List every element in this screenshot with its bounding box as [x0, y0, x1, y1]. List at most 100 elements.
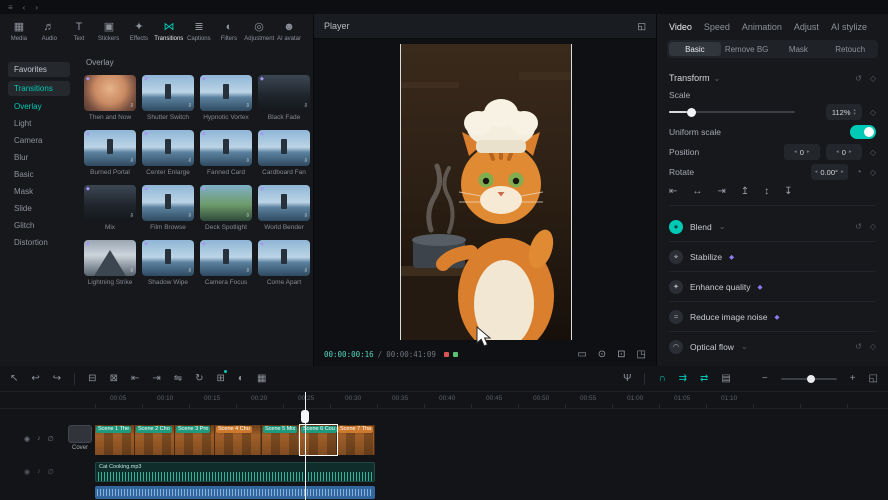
rotate-input[interactable]: ◂ 0.00° ▸ — [811, 164, 848, 180]
transition-item[interactable]: ◆ ⇩ Cardboard Fan — [258, 130, 310, 176]
playhead-line[interactable] — [305, 392, 306, 500]
scale-value-input[interactable]: 112% ▴ ▾ — [826, 104, 862, 120]
subtab-remove-bg[interactable]: Remove BG — [721, 42, 773, 56]
forward-icon[interactable]: › — [35, 3, 38, 12]
subtab-basic[interactable]: Basic — [669, 42, 721, 56]
sidebar-item-overlay[interactable]: Overlay — [8, 100, 70, 113]
sidebar-item-glitch[interactable]: Glitch — [8, 219, 70, 232]
tab-speed[interactable]: Speed — [704, 22, 730, 32]
lock-track-icon[interactable]: ∅ — [48, 468, 54, 476]
subtab-mask[interactable]: Mask — [773, 42, 825, 56]
increment-icon[interactable]: ▸ — [841, 169, 844, 175]
cover-button[interactable]: Cover — [68, 425, 92, 451]
select-tool-icon[interactable]: ↖ — [10, 374, 18, 384]
fullscreen-icon[interactable]: ◳ — [637, 349, 646, 360]
reset-transform-icon[interactable]: ↺ — [855, 74, 862, 83]
subtab-retouch[interactable]: Retouch — [824, 42, 876, 56]
playhead-handle[interactable] — [301, 410, 309, 423]
mute-track-icon[interactable]: ♪ — [37, 435, 41, 443]
sidebar-item-camera[interactable]: Camera — [8, 134, 70, 147]
reset-icon[interactable]: ↺ — [855, 342, 862, 351]
magnet-snap-icon[interactable]: ∩ — [658, 374, 665, 384]
toolbar-item-text[interactable]: T Text — [64, 22, 94, 42]
reduce-noise-row[interactable]: ≈ Reduce image noise ◆ — [669, 302, 876, 332]
hide-track-icon[interactable]: ◉ — [24, 435, 30, 443]
crop-icon[interactable]: ⊞ — [217, 374, 225, 384]
align-right-icon[interactable]: ⇥ — [717, 186, 725, 197]
zoom-in-icon[interactable]: + — [850, 374, 856, 384]
sidebar-item-blur[interactable]: Blur — [8, 151, 70, 164]
transition-item[interactable]: ◆ ⇩ Burned Portal — [84, 130, 136, 176]
transform-section-title[interactable]: Transform — [669, 73, 710, 83]
fit-timeline-icon[interactable]: ◱ — [869, 374, 878, 384]
increment-icon[interactable]: ▸ — [849, 149, 852, 155]
rotate-dial-icon[interactable]: ◔ — [856, 167, 862, 178]
toolbar-item-stickers[interactable]: ▣ Stickers — [94, 22, 124, 42]
video-preview[interactable] — [400, 44, 572, 340]
transition-item[interactable]: ◆ ⇩ Camera Focus — [200, 240, 252, 286]
hide-track-icon[interactable]: ◉ — [24, 468, 30, 476]
toolbar-item-transitions[interactable]: ⋈ Transitions — [154, 22, 184, 42]
mask-tool-icon[interactable]: ◐ — [238, 374, 244, 384]
zoom-slider-handle[interactable] — [807, 375, 815, 383]
decrement-icon[interactable]: ◂ — [794, 149, 797, 155]
lock-track-icon[interactable]: ∅ — [48, 435, 54, 443]
toolbar-item-ai-avatar[interactable]: ☻ AI avatar — [274, 22, 304, 42]
trim-left-icon[interactable]: ⇤ — [131, 374, 139, 384]
tab-video[interactable]: Video — [669, 22, 692, 32]
toolbar-item-adjustment[interactable]: ◎ Adjustment — [244, 22, 274, 42]
delete-icon[interactable]: ⊠ — [110, 374, 118, 384]
clip-scene-1[interactable]: Scene 1 The — [95, 425, 135, 455]
transition-item[interactable]: ◆ ⇩ World Bender — [258, 185, 310, 231]
align-center-vertical-icon[interactable]: ↕ — [764, 186, 769, 197]
clip-scene-4[interactable]: Scene 4 Chu — [215, 425, 262, 455]
sidebar-item-mask[interactable]: Mask — [8, 185, 70, 198]
tab-animation[interactable]: Animation — [742, 22, 782, 32]
tab-adjust[interactable]: Adjust — [794, 22, 819, 32]
stepper-down-icon[interactable]: ▾ — [854, 112, 856, 117]
uniform-scale-toggle[interactable] — [850, 125, 876, 139]
blend-row[interactable]: ● Blend ⌄ ↺ ◇ — [669, 212, 876, 242]
keyframe-icon[interactable]: ◇ — [870, 108, 876, 117]
transition-item[interactable]: ◆ ⇩ Film Browse — [142, 185, 194, 231]
sidebar-item-basic[interactable]: Basic — [8, 168, 70, 181]
toolbar-item-captions[interactable]: ≣ Captions — [184, 22, 214, 42]
toolbar-item-media[interactable]: ▦ Media — [4, 22, 34, 42]
position-x-input[interactable]: ◂ 0 ▸ — [784, 144, 820, 160]
ratio-icon[interactable]: ▭ — [577, 349, 586, 360]
stepper-icons[interactable]: ▴ ▾ — [854, 108, 856, 117]
clip-scene-7[interactable]: Scene 7 Tha — [337, 425, 375, 455]
link-clips-icon[interactable]: ⇄ — [700, 374, 708, 384]
mirror-icon[interactable]: ⇋ — [174, 374, 182, 384]
record-voiceover-icon[interactable]: Ψ — [623, 374, 631, 384]
position-y-input[interactable]: ◂ 0 ▸ — [826, 144, 862, 160]
mute-track-icon[interactable]: ♪ — [37, 468, 41, 476]
transition-item[interactable]: ◆ ⇩ Lightning Strike — [84, 240, 136, 286]
stabilize-row[interactable]: ⌖ Stabilize ◆ — [669, 242, 876, 272]
transition-item[interactable]: ◆ ⇩ Black Fade — [258, 75, 310, 121]
back-icon[interactable]: ‹ — [23, 3, 26, 12]
toolbar-item-audio[interactable]: ♬ Audio — [34, 22, 64, 42]
transition-item[interactable]: ◆ ⇩ Hypnotic Vortex — [200, 75, 252, 121]
align-center-horizontal-icon[interactable]: ↔ — [692, 186, 702, 197]
undo-icon[interactable]: ↩ — [31, 374, 39, 384]
tab-ai-stylize[interactable]: AI stylize — [831, 22, 867, 32]
optical-flow-row[interactable]: ◠ Optical flow ⌄ ↺ ◇ — [669, 332, 876, 361]
clip-scene-2[interactable]: Scene 2 Cho — [135, 425, 175, 455]
transition-item[interactable]: ◆ ⇩ Center Enlarge — [142, 130, 194, 176]
decrement-icon[interactable]: ◂ — [815, 169, 818, 175]
scale-slider-handle[interactable] — [687, 108, 696, 117]
audio-track-clip[interactable]: Cat Cooking.mp3 — [95, 462, 375, 482]
freeze-frame-icon[interactable]: ▦ — [257, 374, 266, 384]
transition-item[interactable]: ◆ ⇩ Then and Now — [84, 75, 136, 121]
toolbar-item-effects[interactable]: ✦ Effects — [124, 22, 154, 42]
enhance-quality-row[interactable]: ✦ Enhance quality ◆ — [669, 272, 876, 302]
sidebar-item-distortion[interactable]: Distortion — [8, 236, 70, 249]
keyframe-icon[interactable]: ◇ — [870, 222, 876, 231]
menu-icon[interactable]: ≡ — [8, 3, 13, 12]
timeline-ruler[interactable]: 00:05 00:10 00:15 00:20 00:25 00:30 00:3… — [0, 392, 888, 409]
align-left-icon[interactable]: ⇤ — [669, 186, 677, 197]
auto-ripple-icon[interactable]: ⇉ — [679, 374, 687, 384]
toolbar-item-filters[interactable]: ◐ Filters — [214, 22, 244, 42]
zoom-out-icon[interactable]: − — [762, 374, 768, 384]
